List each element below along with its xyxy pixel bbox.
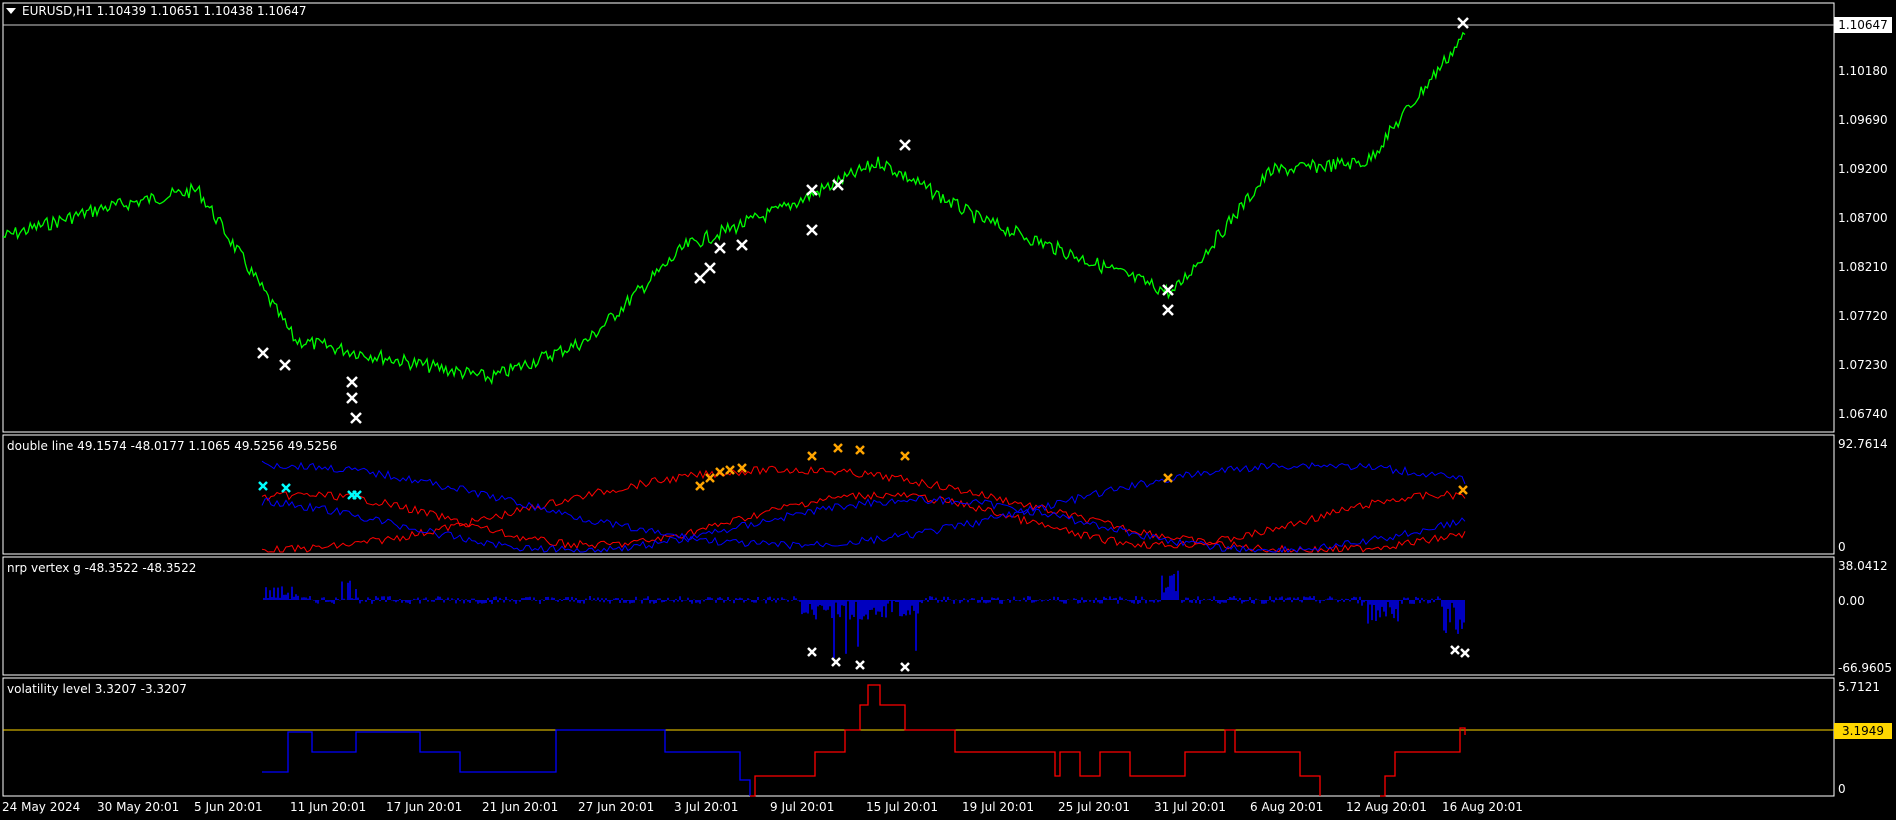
volatility-red-line [1380, 727, 1466, 797]
signal-marker-icon [807, 451, 817, 461]
price-level-8: 1.06740 [1838, 407, 1888, 421]
price-level-2: 1.09690 [1838, 113, 1888, 127]
signal-marker-icon [899, 139, 911, 151]
volatility-scale-bottom: 0 [1838, 782, 1846, 796]
date-label: 6 Aug 20:01 [1250, 800, 1324, 814]
price-line [2, 31, 1466, 386]
date-label: 5 Jun 20:01 [194, 800, 263, 814]
vertex-title: nrp vertex g -48.3522 -48.3522 [7, 561, 197, 575]
signal-marker-icon [346, 392, 358, 404]
volatility-scale-top: 5.7121 [1838, 680, 1880, 694]
signal-markers-main [257, 17, 1469, 424]
blue-line [261, 495, 1466, 553]
date-label: 11 Jun 20:01 [290, 800, 367, 814]
signal-marker-icon [346, 376, 358, 388]
price-level-3: 1.09200 [1838, 162, 1888, 176]
signal-marker-icon [258, 481, 268, 491]
signal-marker-icon [855, 660, 865, 670]
date-label: 12 Aug 20:01 [1346, 800, 1427, 814]
signal-marker-icon [855, 445, 865, 455]
date-label: 17 Jun 20:01 [386, 800, 463, 814]
date-label: 30 May 20:01 [97, 800, 180, 814]
signal-marker-icon [715, 467, 725, 477]
symbol-header[interactable]: EURUSD,H1 1.10439 1.10651 1.10438 1.1064… [6, 4, 307, 18]
volatility-series [262, 684, 1466, 797]
price-level-6: 1.07720 [1838, 309, 1888, 323]
signal-marker-icon [281, 483, 291, 493]
volatility-level-badge: 3.1949 [1834, 723, 1892, 739]
current-price-badge: 1.10647 [1834, 17, 1892, 33]
signal-marker-icon [714, 242, 726, 254]
signal-marker-icon [832, 179, 844, 191]
signal-marker-icon [807, 647, 817, 657]
date-label: 16 Aug 20:01 [1442, 800, 1523, 814]
date-label: 25 Jul 20:01 [1058, 800, 1130, 814]
price-level-7: 1.07230 [1838, 358, 1888, 372]
signal-marker-icon [1162, 304, 1174, 316]
signal-marker-icon [695, 481, 705, 491]
signal-marker-icon [705, 473, 715, 483]
signal-marker-icon [831, 657, 841, 667]
vertex-markers [807, 645, 1470, 672]
volatility-red-line [750, 684, 1321, 797]
volatility-title: volatility level 3.3207 -3.3207 [7, 682, 187, 696]
date-label: 15 Jul 20:01 [866, 800, 938, 814]
date-label: 27 Jun 20:01 [578, 800, 655, 814]
symbol-title: EURUSD,H1 1.10439 1.10651 1.10438 1.1064… [22, 4, 307, 18]
double-line-scale-top: 92.7614 [1838, 437, 1888, 451]
vertex-scale-mid: 0.00 [1838, 594, 1865, 608]
date-label: 21 Jun 20:01 [482, 800, 559, 814]
date-label: 24 May 2024 [2, 800, 81, 814]
vertex-panel-frame [2, 556, 1835, 676]
chart-canvas [2, 2, 1835, 797]
price-level-4: 1.08700 [1838, 211, 1888, 225]
date-label: 3 Jul 20:01 [674, 800, 739, 814]
signal-marker-icon [833, 443, 843, 453]
price-level-1: 1.10180 [1838, 64, 1888, 78]
vertex-histogram [263, 570, 1465, 658]
double-line-scale-bottom: 0 [1838, 540, 1846, 554]
signal-marker-icon [1458, 485, 1468, 495]
signal-marker-icon [1457, 17, 1469, 29]
volatility-panel-frame [2, 677, 1835, 797]
signal-marker-icon [257, 347, 269, 359]
dropdown-arrow-icon[interactable] [6, 8, 16, 14]
price-level-5: 1.08210 [1838, 260, 1888, 274]
vertex-scale-top: 38.0412 [1838, 559, 1888, 573]
signal-marker-icon [694, 272, 706, 284]
signal-marker-icon [900, 662, 910, 672]
vertex-scale-bottom: -66.9605 [1838, 661, 1892, 675]
main-panel-frame [2, 2, 1835, 433]
signal-marker-icon [1450, 645, 1460, 655]
double-line-markers [258, 443, 1468, 500]
signal-marker-icon [279, 359, 291, 371]
signal-marker-icon [1163, 473, 1173, 483]
volatility-blue-line [262, 729, 751, 796]
signal-marker-icon [704, 262, 716, 274]
signal-marker-icon [736, 239, 748, 251]
signal-marker-icon [1460, 648, 1470, 658]
double-line-title: double line 49.1574 -48.0177 1.1065 49.5… [7, 439, 338, 453]
red-line [261, 490, 1466, 550]
price-series [2, 31, 1466, 386]
signal-marker-icon [350, 412, 362, 424]
date-label: 19 Jul 20:01 [962, 800, 1034, 814]
date-label: 9 Jul 20:01 [770, 800, 835, 814]
signal-marker-icon [806, 224, 818, 236]
signal-marker-icon [900, 451, 910, 461]
date-label: 31 Jul 20:01 [1154, 800, 1226, 814]
